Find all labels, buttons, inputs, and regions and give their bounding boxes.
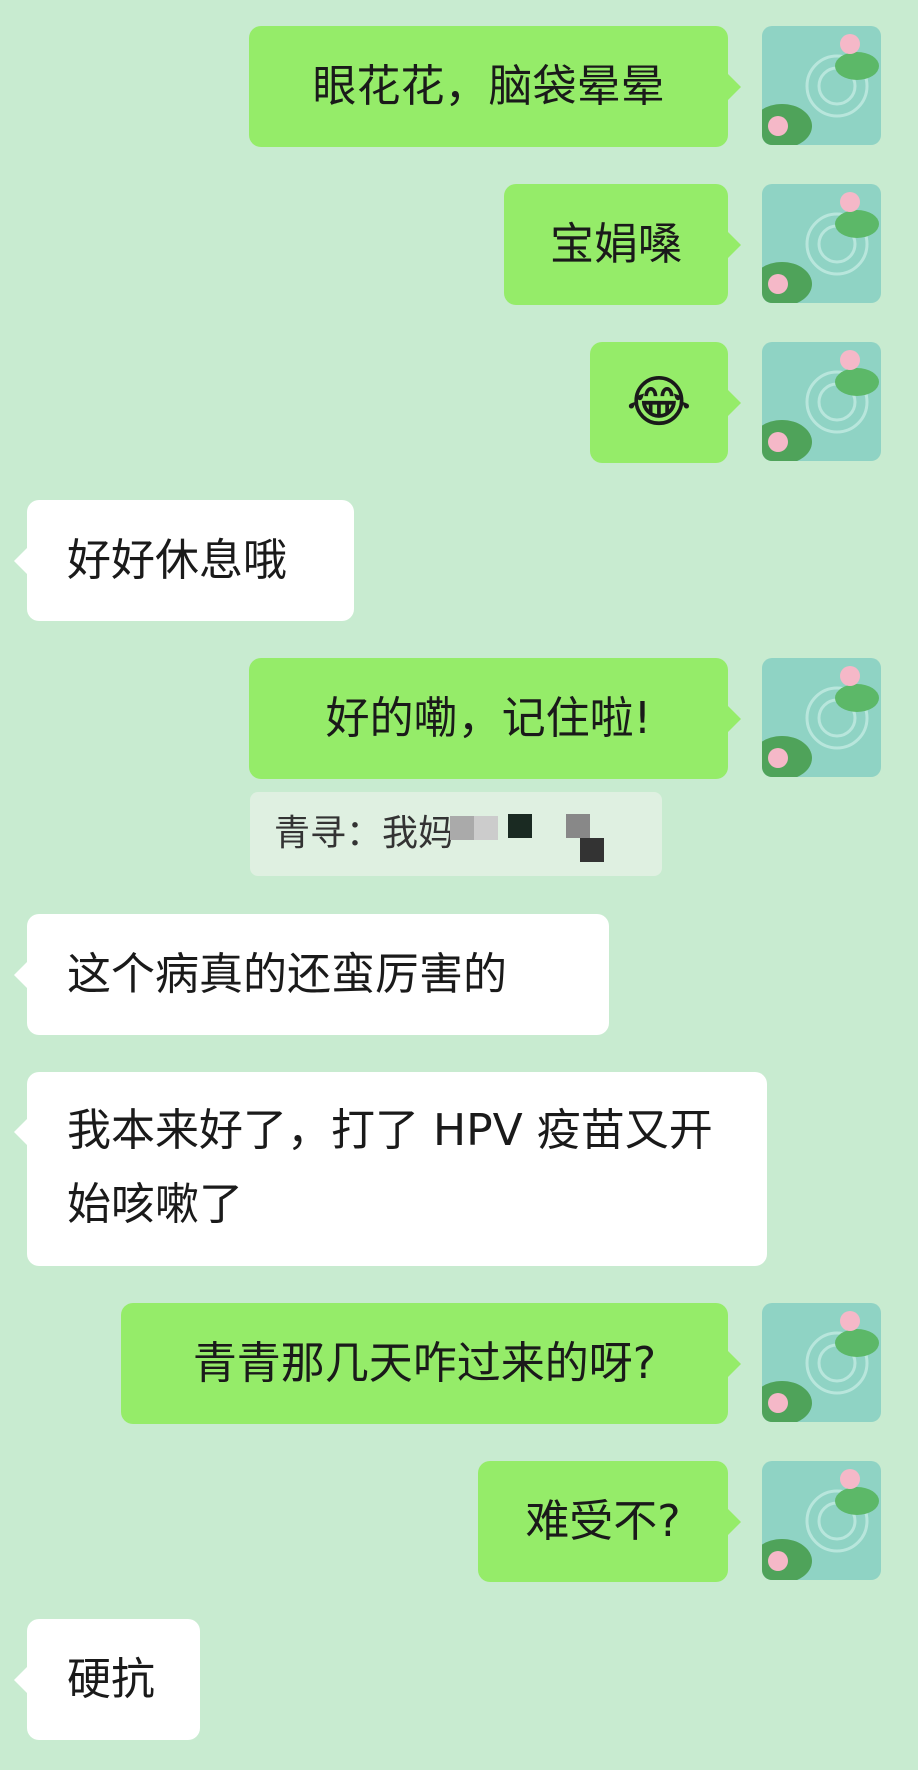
message-text: 好的嘞，记住啦!	[325, 692, 652, 744]
avatar[interactable]	[762, 1461, 881, 1580]
avatar[interactable]	[762, 1303, 881, 1422]
mosaic-block	[580, 838, 604, 862]
message-bubble-received[interactable]: 硬抗	[14, 1619, 200, 1740]
message-text: 硬抗	[67, 1653, 155, 1705]
message-text: 眼花花，脑袋晕晕	[312, 60, 665, 112]
avatar[interactable]	[762, 342, 881, 461]
message-bubble-sent[interactable]: 好的嘞，记住啦!	[249, 658, 741, 779]
lotus-pond-avatar-icon	[762, 1461, 881, 1580]
laughing-tears-emoji-icon: 😂	[626, 369, 692, 435]
message-text: 难受不?	[525, 1495, 681, 1547]
message-bubble-received[interactable]: 好好休息哦	[14, 500, 354, 621]
mosaic-block	[566, 814, 590, 838]
message-text: 宝娟嗓	[550, 218, 682, 270]
lotus-pond-avatar-icon	[762, 26, 881, 145]
message-bubble-sent[interactable]: 难受不?	[478, 1461, 741, 1582]
message-bubble-sent[interactable]: 宝娟嗓	[504, 184, 741, 305]
quoted-message-preview[interactable]: 青寻：我妈	[250, 792, 662, 876]
mosaic-block	[474, 816, 498, 840]
chat-area[interactable]: 眼花花，脑袋晕晕 宝娟嗓 😂 好好休息哦 好的嘞，记住啦! 青寻：我妈 这个病真…	[0, 0, 918, 1770]
message-bubble-received[interactable]: 我本来好了，打了 HPV 疫苗又开始咳嗽了	[14, 1072, 767, 1266]
lotus-pond-avatar-icon	[762, 1303, 881, 1422]
avatar[interactable]	[762, 26, 881, 145]
avatar[interactable]	[762, 184, 881, 303]
message-text: 好好休息哦	[67, 534, 287, 586]
quoted-message-text: 青寻：我妈	[274, 813, 455, 854]
message-text: 青青那几天咋过来的呀?	[192, 1337, 657, 1389]
avatar[interactable]	[762, 658, 881, 777]
message-bubble-received[interactable]: 这个病真的还蛮厉害的	[14, 914, 609, 1035]
message-text: 这个病真的还蛮厉害的	[67, 948, 507, 1000]
message-text: 我本来好了，打了 HPV 疫苗又开始咳嗽了	[67, 1105, 713, 1230]
lotus-pond-avatar-icon	[762, 184, 881, 303]
lotus-pond-avatar-icon	[762, 342, 881, 461]
message-bubble-sent[interactable]: 眼花花，脑袋晕晕	[249, 26, 741, 147]
lotus-pond-avatar-icon	[762, 658, 881, 777]
message-bubble-sent[interactable]: 青青那几天咋过来的呀?	[121, 1303, 741, 1424]
mosaic-block	[450, 816, 474, 840]
message-bubble-sent[interactable]: 😂	[590, 342, 741, 463]
mosaic-block	[508, 814, 532, 838]
